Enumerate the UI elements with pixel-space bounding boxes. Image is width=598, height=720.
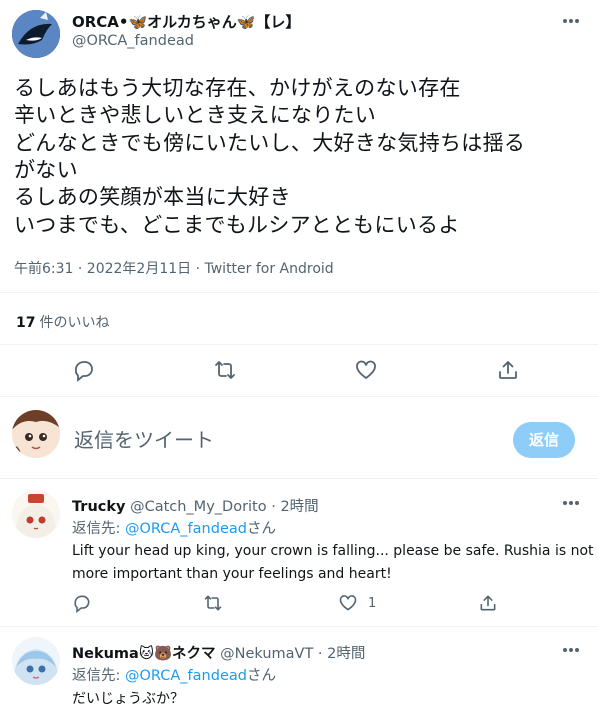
tweet-text-line: 辛いときや悲しいとき支えになりたい (14, 103, 377, 127)
divider (0, 344, 598, 345)
reply-text-line: Lift your head up king, your crown is fa… (72, 543, 594, 559)
reply-to-handle-link[interactable]: @ORCA_fandead (125, 668, 247, 684)
reply-to: 返信先: @ORCA_fandeadさん (72, 664, 276, 685)
reply-author-avatar[interactable] (12, 490, 60, 538)
reply-to-suffix: さん (246, 521, 276, 537)
author-name[interactable]: ORCA•🦋オルカちゃん🦋【レ】 (72, 11, 300, 32)
share-icon[interactable] (496, 358, 520, 382)
reply-to-suffix: さん (246, 668, 276, 684)
divider (0, 478, 598, 479)
reply-icon[interactable] (72, 593, 92, 613)
tweet-timestamp[interactable]: 午前6:31 · 2022年2月11日 · Twitter for Androi… (14, 258, 334, 278)
reply-text-line: more important than your feelings and he… (72, 566, 392, 582)
author-avatar[interactable] (12, 10, 60, 58)
more-options-icon[interactable] (560, 641, 582, 659)
share-icon[interactable] (478, 593, 498, 613)
orca-avatar-image (12, 10, 60, 58)
likes-count: 17 (16, 315, 36, 331)
heart-icon[interactable] (338, 593, 358, 613)
reply-author-line[interactable]: Nekuma🐱🐻ネクマ @NekumaVT · 2時間 (72, 642, 365, 663)
reply-author-handle[interactable]: @NekumaVT (220, 646, 313, 662)
more-options-icon[interactable] (560, 494, 582, 512)
like-count: 1 (368, 596, 377, 611)
reply-time[interactable]: · 2時間 (318, 646, 365, 662)
reply-to-handle-link[interactable]: @ORCA_fandead (125, 521, 247, 537)
divider (0, 396, 598, 397)
heart-icon[interactable] (354, 358, 378, 382)
tweet-text-line: るしあの笑顔が本当に大好き (14, 185, 291, 209)
reply-author-avatar[interactable] (12, 637, 60, 685)
reply-to-prefix: 返信先: (72, 668, 125, 684)
reply-input[interactable]: 返信をツイート (74, 424, 214, 453)
tweet-text-line: がない (14, 158, 78, 182)
reply-author-handle[interactable]: @Catch_My_Dorito (130, 499, 267, 515)
reply-icon[interactable] (72, 358, 96, 382)
reply-to-prefix: 返信先: (72, 521, 125, 537)
reply-author-name[interactable]: Nekuma🐱🐻ネクマ (72, 646, 216, 662)
tweet-text-line: いつまでも、どこまでもルシアとともにいるよ (14, 213, 460, 237)
divider (0, 292, 598, 293)
retweet-icon[interactable] (213, 358, 237, 382)
author-handle[interactable]: @ORCA_fandead (72, 33, 194, 49)
tweet-text-line: どんなときでも傍にいたいし、大好きな気持ちは揺る (14, 131, 526, 155)
reply-to: 返信先: @ORCA_fandeadさん (72, 517, 276, 538)
current-user-avatar[interactable] (12, 410, 60, 458)
more-options-icon[interactable] (560, 12, 582, 30)
likes-label: 件のいいね (39, 315, 110, 331)
divider (0, 626, 598, 627)
reply-time[interactable]: · 2時間 (271, 499, 318, 515)
reply-text-line: だいじょうぶか？ (72, 691, 184, 707)
reply-author-line[interactable]: Trucky @Catch_My_Dorito · 2時間 (72, 495, 319, 516)
reply-submit-button[interactable]: 返信 (513, 422, 575, 458)
tweet-text-line: るしあはもう大切な存在、かけがえのない存在 (14, 76, 461, 100)
reply-author-name[interactable]: Trucky (72, 499, 125, 515)
retweet-icon[interactable] (203, 593, 223, 613)
likes-summary[interactable]: 17 件のいいね (16, 312, 109, 332)
